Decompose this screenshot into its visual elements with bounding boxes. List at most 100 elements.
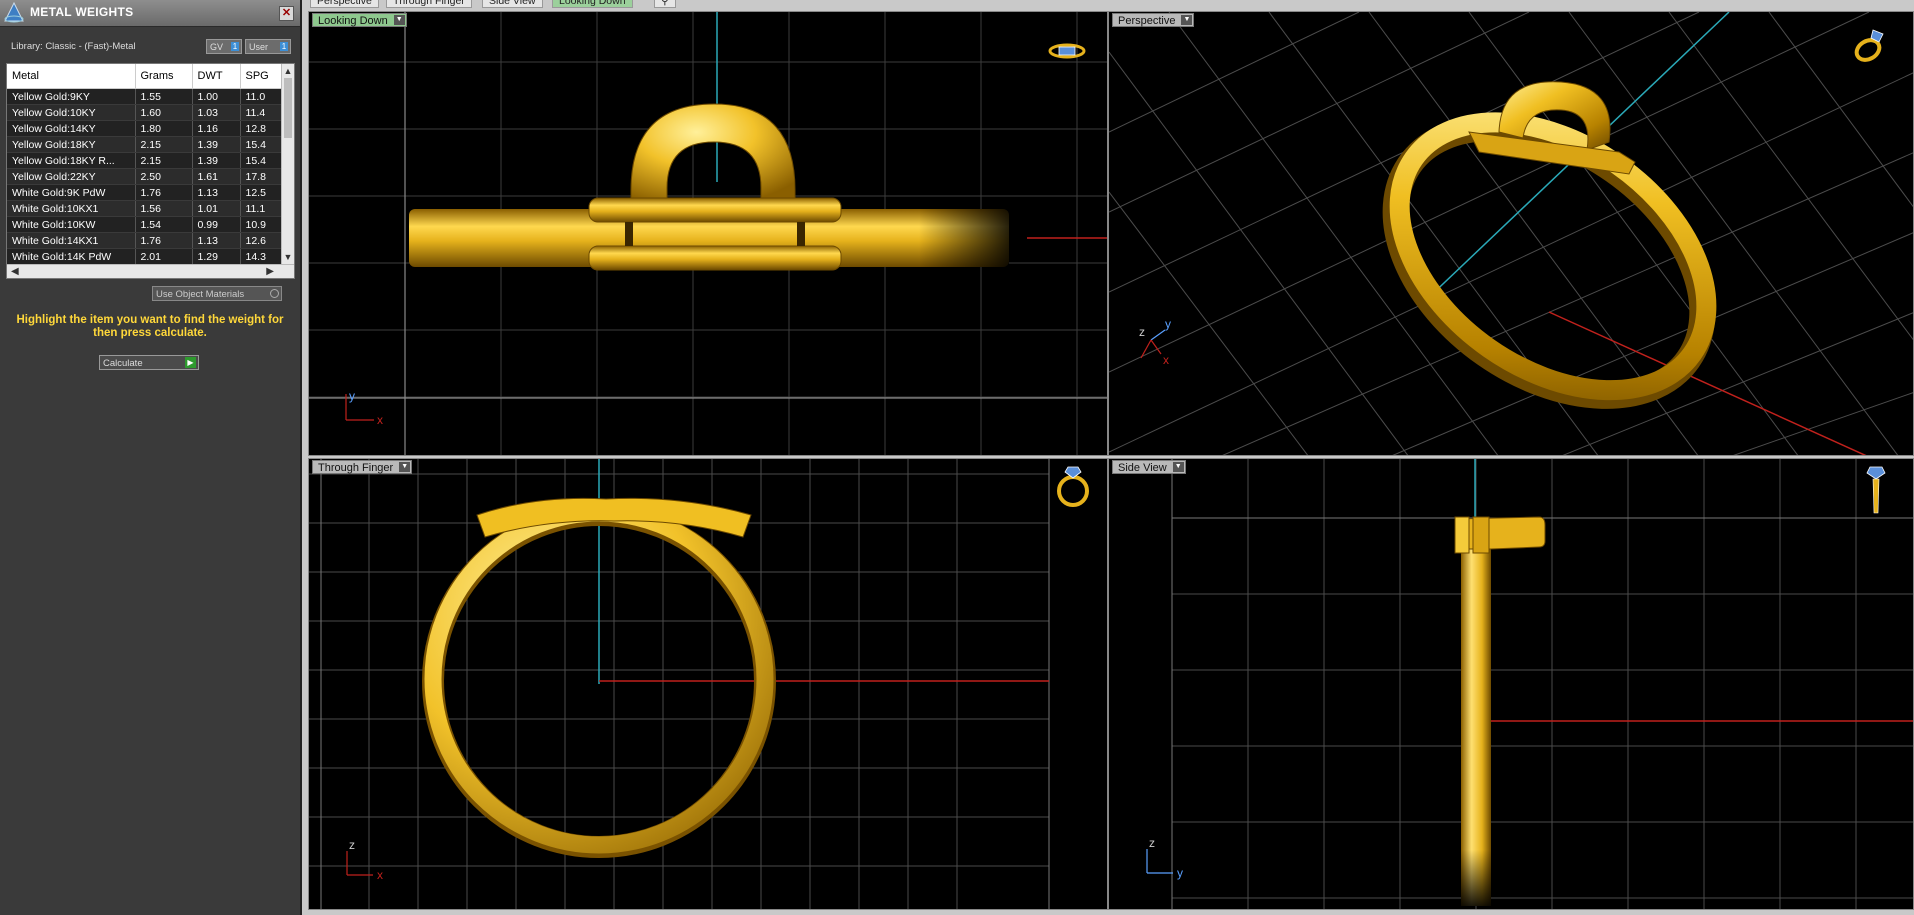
table-row[interactable]: Yellow Gold:22KY 2.50 1.61 17.8: [7, 168, 282, 185]
ring-perspective-icon[interactable]: [1849, 26, 1889, 66]
gv-toggle-label: GV: [210, 42, 224, 52]
ring-side-view-icon[interactable]: [1861, 463, 1891, 519]
scroll-up-icon[interactable]: ▲: [283, 66, 293, 76]
cell-dwt: 1.29: [192, 248, 241, 265]
chevron-down-icon: ▼: [399, 462, 411, 472]
user-toggle-label: User: [249, 42, 269, 52]
cell-spg: 10.9: [240, 216, 282, 233]
gv-indicator-icon: 1: [231, 42, 239, 51]
cell-dwt: 1.01: [192, 200, 241, 217]
table-row[interactable]: White Gold:14KX1 1.76 1.13 12.6: [7, 232, 282, 249]
viewport-menu-perspective[interactable]: Perspective ▼: [1112, 13, 1195, 27]
tab-through-finger[interactable]: Through Finger: [386, 0, 472, 8]
cell-metal: Yellow Gold:10KY: [7, 104, 136, 121]
play-arrow-icon: ▶: [185, 357, 196, 368]
cell-dwt: 1.03: [192, 104, 241, 121]
cell-spg: 12.8: [240, 120, 282, 137]
table-row[interactable]: Yellow Gold:10KY 1.60 1.03 11.4: [7, 104, 282, 121]
svg-text:z: z: [1139, 325, 1145, 339]
header-grams[interactable]: Grams: [135, 64, 193, 89]
cell-metal: White Gold:14KX1: [7, 232, 136, 249]
viewport-perspective[interactable]: z y x Perspective ▼: [1108, 11, 1914, 456]
perspective-ring: [1382, 112, 1717, 409]
viewport-looking-down[interactable]: y x Looking Down ▼: [308, 11, 1108, 456]
viewport-menu-through-finger[interactable]: Through Finger ▼: [312, 460, 413, 474]
chevron-down-icon: ▼: [1181, 15, 1193, 25]
header-spg[interactable]: SPG: [240, 64, 282, 89]
cell-metal: Yellow Gold:18KY: [7, 136, 136, 153]
cell-dwt: 1.39: [192, 152, 241, 169]
cell-dwt: 1.16: [192, 120, 241, 137]
header-dwt[interactable]: DWT: [192, 64, 241, 89]
viewport-menu-looking-down[interactable]: Looking Down ▼: [312, 13, 407, 27]
header-metal[interactable]: Metal: [7, 64, 136, 89]
ring-front-view-icon[interactable]: [1053, 463, 1093, 509]
scroll-thumb[interactable]: [284, 78, 292, 138]
library-label: Library: Classic - (Fast)-Metal: [11, 41, 136, 52]
tab-looking-down[interactable]: Looking Down: [552, 0, 633, 8]
panel-title-bar: METAL WEIGHTS ✕: [0, 0, 300, 27]
table-row[interactable]: Yellow Gold:18KY 2.15 1.39 15.4: [7, 136, 282, 153]
table-row[interactable]: Yellow Gold:9KY 1.55 1.00 11.0: [7, 88, 282, 105]
svg-text:y: y: [349, 389, 355, 403]
cell-grams: 1.54: [135, 216, 193, 233]
cell-dwt: 1.00: [192, 88, 241, 105]
view-tab-strip: Perspective Through Finger Side View Loo…: [302, 0, 1914, 9]
cell-dwt: 1.13: [192, 232, 241, 249]
viewport-label: Looking Down: [318, 15, 388, 27]
scroll-left-icon[interactable]: ◀: [11, 265, 19, 278]
close-icon[interactable]: ✕: [279, 6, 294, 21]
tab-add-icon[interactable]: ⚲: [654, 0, 676, 8]
use-object-materials-button[interactable]: Use Object Materials: [152, 286, 282, 301]
cell-spg: 11.4: [240, 104, 282, 121]
panel-title: METAL WEIGHTS: [30, 5, 134, 19]
viewport-menu-side-view[interactable]: Side View ▼: [1112, 460, 1186, 474]
cell-grams: 1.76: [135, 184, 193, 201]
calculate-label: Calculate: [103, 358, 143, 369]
cell-grams: 1.60: [135, 104, 193, 121]
ring-top-view-icon[interactable]: [1047, 40, 1087, 62]
cell-metal: Yellow Gold:18KY R...: [7, 152, 136, 169]
svg-text:z: z: [349, 838, 355, 852]
use-object-materials-label: Use Object Materials: [156, 289, 245, 300]
instructions-text: Highlight the item you want to find the …: [16, 314, 284, 339]
viewport-through-finger[interactable]: z x Through Finger ▼: [308, 458, 1108, 910]
cell-spg: 12.5: [240, 184, 282, 201]
table-row[interactable]: Yellow Gold:14KY 1.80 1.16 12.8: [7, 120, 282, 137]
app-logo-icon: [4, 1, 24, 23]
table-row[interactable]: Yellow Gold:18KY R... 2.15 1.39 15.4: [7, 152, 282, 169]
viewport-side-view[interactable]: z y Side View ▼: [1108, 458, 1914, 910]
cell-metal: Yellow Gold:9KY: [7, 88, 136, 105]
tab-perspective[interactable]: Perspective: [310, 0, 379, 8]
cell-grams: 2.15: [135, 136, 193, 153]
cell-spg: 12.6: [240, 232, 282, 249]
svg-text:y: y: [1165, 317, 1171, 331]
metal-table: Metal Grams DWT SPG Yellow Gold:9KY 1.55 1…: [6, 63, 295, 279]
cell-metal: White Gold:10KX1: [7, 200, 136, 217]
user-toggle[interactable]: User 1: [245, 39, 291, 54]
svg-text:x: x: [377, 868, 383, 882]
gv-toggle[interactable]: GV 1: [206, 39, 242, 54]
svg-text:x: x: [1163, 353, 1169, 367]
table-row[interactable]: White Gold:9K PdW 1.76 1.13 12.5: [7, 184, 282, 201]
cell-spg: 15.4: [240, 136, 282, 153]
table-row[interactable]: White Gold:10KX1 1.56 1.01 11.1: [7, 200, 282, 217]
looking-down-scene: y x: [309, 12, 1107, 455]
user-indicator-icon: 1: [280, 42, 288, 51]
tab-side-view[interactable]: Side View: [482, 0, 543, 8]
table-vertical-scrollbar[interactable]: ▲ ▼: [281, 64, 294, 264]
calculate-button[interactable]: Calculate ▶: [99, 355, 199, 370]
table-row[interactable]: White Gold:10KW 1.54 0.99 10.9: [7, 216, 282, 233]
cell-spg: 11.1: [240, 200, 282, 217]
cell-dwt: 0.99: [192, 216, 241, 233]
cell-metal: White Gold:10KW: [7, 216, 136, 233]
scroll-right-icon[interactable]: ▶: [266, 265, 274, 278]
table-horizontal-scrollbar[interactable]: ◀ ▶: [7, 264, 294, 278]
viewport-label: Perspective: [1118, 15, 1176, 27]
scroll-down-icon[interactable]: ▼: [283, 252, 293, 262]
cell-grams: 1.55: [135, 88, 193, 105]
table-row[interactable]: White Gold:14K PdW 2.01 1.29 14.3: [7, 248, 282, 265]
cell-spg: 11.0: [240, 88, 282, 105]
cell-metal: Yellow Gold:22KY: [7, 168, 136, 185]
cell-spg: 15.4: [240, 152, 282, 169]
